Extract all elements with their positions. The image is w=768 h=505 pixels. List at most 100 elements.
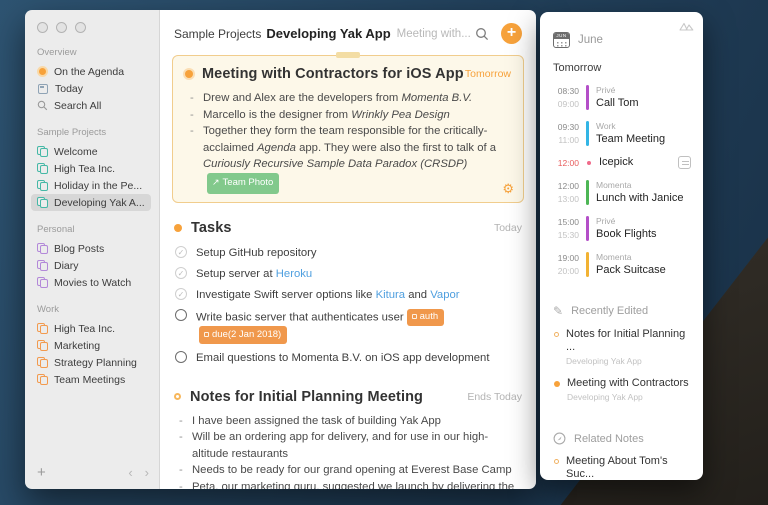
minimize-window-button[interactable] xyxy=(56,22,67,33)
tag-pill[interactable]: due(2 Jan 2018) xyxy=(199,326,288,344)
note-title[interactable]: Tasks xyxy=(191,220,232,236)
sidebar-item-holiday-in-the-pe[interactable]: Holiday in the Pe... xyxy=(31,177,151,194)
inline-link[interactable]: Heroku xyxy=(276,268,312,280)
sidebar-item-today[interactable]: Today xyxy=(31,80,151,97)
panel-note-item[interactable]: Notes for Initial Planning ... Developing… xyxy=(553,328,693,366)
sidebar-item-strategy-planning[interactable]: Strategy Planning xyxy=(31,354,151,371)
calendar-event[interactable]: 15:00 15:30 Privé Book Flights xyxy=(553,215,693,242)
search-icon[interactable] xyxy=(475,27,489,41)
calendar-event[interactable]: 19:00 20:00 Momenta Pack Suitcase xyxy=(553,251,693,278)
bullet-dash-icon: - xyxy=(190,125,194,137)
note-status-dot[interactable] xyxy=(174,393,181,400)
sidebar-item-team-meetings[interactable]: Team Meetings xyxy=(31,371,151,388)
sidebar-item-high-tea-inc[interactable]: High Tea Inc. xyxy=(31,320,151,337)
text-segment: Setup GitHub repository xyxy=(196,246,317,259)
sidebar-item-welcome[interactable]: Welcome xyxy=(31,143,151,160)
text-segment: Write basic server that authenticates us… xyxy=(196,311,404,323)
task-row: ✓ Setup GitHub repository xyxy=(174,245,522,260)
note-title[interactable]: Meeting with Contractors for iOS App xyxy=(202,66,464,82)
checkbox-checked-icon[interactable]: ✓ xyxy=(175,266,187,279)
breadcrumb-project[interactable]: Sample Projects xyxy=(174,27,261,41)
text-segment: Wrinkly Pea Design xyxy=(351,108,450,121)
nav-back-button[interactable]: ‹ xyxy=(128,465,132,480)
new-note-button[interactable]: + xyxy=(501,23,522,44)
sidebar-section: Sample Projects Welcome High Tea Inc. Holid… xyxy=(31,127,159,211)
sidebar-item-diary[interactable]: Diary xyxy=(31,257,151,274)
sidebar-item-marketing[interactable]: Marketing xyxy=(31,337,151,354)
note-title[interactable]: Notes for Initial Planning Meeting xyxy=(190,389,423,405)
calendar-event[interactable]: 09:30 11:00 Work Team Meeting xyxy=(553,120,693,147)
note-date-badge[interactable]: Ends Today xyxy=(467,391,522,403)
calendar-day-header: Tomorrow xyxy=(553,62,602,74)
checkbox-empty-icon[interactable] xyxy=(175,308,187,321)
bullet-dash-icon: - xyxy=(179,480,183,490)
pencil-icon: ✎ xyxy=(553,304,564,318)
pages-icon xyxy=(37,323,48,334)
text-segment: and xyxy=(405,288,431,301)
event-times: 12:00 13:00 xyxy=(553,179,579,206)
breadcrumb-note-title[interactable]: Developing Yak App xyxy=(266,26,390,41)
event-category: Privé xyxy=(596,85,616,95)
mountains-icon[interactable] xyxy=(679,20,694,31)
text-segment: Momenta B.V. xyxy=(401,92,473,104)
inline-link[interactable]: Vapor xyxy=(430,289,459,301)
calendar-event[interactable]: 12:00 Icepick xyxy=(553,156,693,169)
gear-icon[interactable]: ⚙ xyxy=(502,181,514,197)
calendar-event[interactable]: 08:30 09:00 Privé Call Tom xyxy=(553,84,693,111)
panel-note-item[interactable]: Meeting with Contractors Developing Yak A… xyxy=(553,377,693,402)
note-status-dot[interactable] xyxy=(185,70,193,78)
event-title: Team Meeting xyxy=(596,133,666,145)
pages-icon xyxy=(37,277,48,288)
event-body: Privé Book Flights xyxy=(596,215,657,242)
calendar-month-icon: JUN xyxy=(553,32,570,48)
sidebar-item-label: Search All xyxy=(54,99,102,112)
checkbox-empty-icon[interactable] xyxy=(175,350,187,363)
event-times: 19:00 20:00 xyxy=(553,251,579,278)
panel-note-body: Notes for Initial Planning ... Developing… xyxy=(566,328,693,366)
bullet-text: Peta, our marketing guru, suggested we l… xyxy=(192,479,522,490)
note-card-meeting-with-contractors[interactable]: Meeting with Contractors for iOS App Tom… xyxy=(172,52,524,203)
close-window-button[interactable] xyxy=(37,22,48,33)
task-row: ✓ Setup server at Heroku xyxy=(174,266,522,281)
sidebar-item-label: High Tea Inc. xyxy=(54,322,116,335)
sidebar-item-search-all[interactable]: Search All xyxy=(31,97,151,114)
checkbox-checked-icon[interactable]: ✓ xyxy=(175,287,187,300)
event-start-time: 12:00 xyxy=(557,181,579,191)
text-segment: app. They were also the first to talk of… xyxy=(295,141,497,154)
sidebar-item-developing-yak-a[interactable]: Developing Yak A... xyxy=(31,194,151,211)
note-status-dot[interactable] xyxy=(174,223,182,232)
event-dot xyxy=(587,160,591,165)
panel-note-title: Meeting with Contractors xyxy=(567,377,689,389)
note-date-badge[interactable]: Today xyxy=(494,222,522,234)
inline-link[interactable]: Kitura xyxy=(376,289,406,301)
panel-note-item[interactable]: Meeting About Tom's Suc...High Tea Inc. xyxy=(553,455,693,480)
tag-pill[interactable]: auth xyxy=(406,308,445,326)
add-project-button[interactable]: + xyxy=(37,464,46,481)
event-body: Momenta Pack Suitcase xyxy=(596,251,666,278)
pages-icon xyxy=(37,163,48,174)
sidebar-item-on-the-agenda[interactable]: On the Agenda xyxy=(31,63,151,80)
event-end-time: 09:00 xyxy=(557,99,579,109)
event-times: 09:30 11:00 xyxy=(553,120,579,147)
sidebar-item-blog-posts[interactable]: Blog Posts xyxy=(31,240,151,257)
note-date-badge[interactable]: Tomorrow xyxy=(465,68,511,80)
sidebar-item-label: High Tea Inc. xyxy=(54,162,116,175)
text-segment: Marcello is the designer from xyxy=(203,108,352,121)
sidebar-item-high-tea-inc[interactable]: High Tea Inc. xyxy=(31,160,151,177)
task-text: Email questions to Momenta B.V. on iOS a… xyxy=(196,351,489,365)
sidebar-item-movies-to-watch[interactable]: Movies to Watch xyxy=(31,274,151,291)
sidebar-section-header: Sample Projects xyxy=(37,127,107,138)
zoom-window-button[interactable] xyxy=(75,22,86,33)
calendar-event[interactable]: 12:00 13:00 Momenta Lunch with Janice xyxy=(553,179,693,206)
event-color-bar xyxy=(586,121,589,146)
attachment-pill[interactable]: ↗ Team Photo xyxy=(207,172,280,194)
checkbox-checked-icon[interactable]: ✓ xyxy=(175,245,187,258)
calendar-month-row[interactable]: JUN June xyxy=(553,32,693,48)
event-category: Work xyxy=(596,121,616,131)
sidebar-section-header: Overview xyxy=(37,47,77,58)
linked-note-icon[interactable] xyxy=(678,156,691,169)
nav-forward-button[interactable]: › xyxy=(145,465,149,480)
text-segment: Peta, our marketing guru, suggested we l… xyxy=(192,480,515,490)
sidebar-section: Overview On the Agenda Today Search All xyxy=(37,47,159,114)
text-segment: Drew and Alex are the developers from xyxy=(203,92,402,104)
